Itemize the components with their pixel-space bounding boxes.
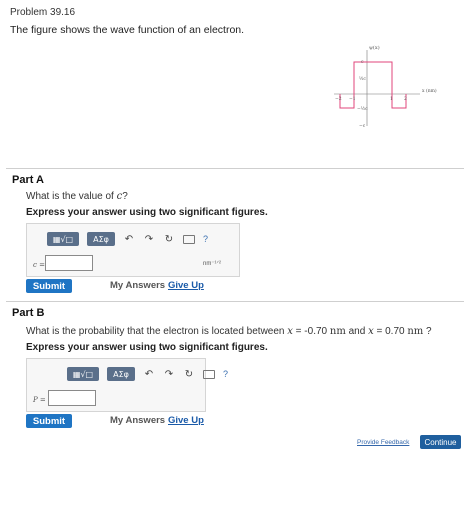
- part-b-variable-label: P =: [33, 396, 46, 404]
- part-b-unit2: nm: [407, 326, 424, 337]
- part-a-my-answers-link[interactable]: My Answers: [110, 280, 165, 291]
- reset-icon[interactable]: ↻: [183, 369, 195, 380]
- x-axis-label: x (nm): [422, 87, 437, 94]
- part-a-question-text: What is the value of: [26, 191, 117, 202]
- wave-function-plot: ψ(x) x (nm) c ½c −½c −c −2 −1 1 2: [334, 44, 437, 129]
- part-b-give-up-link[interactable]: Give Up: [168, 415, 204, 426]
- part-b-question-text: What is the probability that the electro…: [26, 326, 288, 337]
- symbols-button[interactable]: ΑΣφ: [87, 232, 115, 246]
- part-a-toolbar: ▦√□ ΑΣφ ↶ ↷ ↻ ?: [47, 230, 208, 248]
- part-a-give-up-link[interactable]: Give Up: [168, 280, 204, 291]
- help-icon[interactable]: ?: [223, 369, 228, 379]
- y-tick-half-c: ½c: [359, 75, 366, 82]
- part-a-answer-input[interactable]: [45, 255, 93, 271]
- y-tick-neg-half-c: −½c: [357, 105, 368, 112]
- part-b-toolbar: ▦√□ ΑΣφ ↶ ↷ ↻ ?: [67, 365, 228, 383]
- help-icon[interactable]: ?: [203, 234, 208, 244]
- part-b-unit1: nm: [329, 326, 346, 337]
- y-tick-neg-c: −c: [359, 124, 366, 129]
- keyboard-icon[interactable]: [203, 369, 215, 379]
- redo-icon[interactable]: ↷: [163, 369, 175, 380]
- part-b-and: and: [345, 326, 369, 337]
- part-a-unit: nm⁻¹ᐟ²: [203, 261, 222, 267]
- wave-function-curve: [339, 61, 393, 109]
- part-a-instruction: Express your answer using two significan…: [26, 207, 268, 218]
- part-b-question: What is the probability that the electro…: [26, 326, 432, 337]
- keyboard-icon[interactable]: [183, 234, 195, 244]
- part-b-my-answers-link[interactable]: My Answers: [110, 415, 165, 426]
- part-b-value1: = -0.70: [292, 326, 330, 337]
- part-b-instruction: Express your answer using two significan…: [26, 342, 268, 353]
- continue-button[interactable]: Continue: [420, 435, 461, 449]
- part-a-variable-label: c =: [33, 261, 46, 269]
- x-tick-neg-2: −2: [335, 96, 342, 102]
- part-a-answer-panel: ▦√□ ΑΣφ ↶ ↷ ↻ ? c = nm⁻¹ᐟ²: [26, 223, 240, 277]
- wave-function-figure: ψ(x) x (nm) c ½c −½c −c −2 −1 1 2: [330, 38, 440, 133]
- part-b-value2: = 0.70: [373, 326, 408, 337]
- reset-icon[interactable]: ↻: [163, 234, 175, 245]
- divider-part-b: [6, 301, 464, 302]
- part-a-question: What is the value of c?: [26, 191, 128, 202]
- x-tick-1: 1: [390, 96, 393, 102]
- provide-feedback-link[interactable]: Provide Feedback: [357, 439, 409, 446]
- part-b-question-end: ?: [423, 326, 432, 337]
- template-button[interactable]: ▦√□: [47, 232, 79, 246]
- divider-part-a: [6, 168, 464, 169]
- symbols-button[interactable]: ΑΣφ: [107, 367, 135, 381]
- undo-icon[interactable]: ↶: [123, 234, 135, 245]
- part-b-answer-input[interactable]: [48, 390, 96, 406]
- part-a-submit-button[interactable]: Submit: [26, 279, 72, 293]
- x-tick-neg-1: −1: [349, 96, 356, 102]
- part-b-submit-button[interactable]: Submit: [26, 414, 72, 428]
- part-a-title: Part A: [12, 174, 44, 186]
- problem-description: The figure shows the wave function of an…: [10, 24, 245, 36]
- template-button[interactable]: ▦√□: [67, 367, 99, 381]
- part-a-question-end: ?: [122, 191, 128, 202]
- problem-title: Problem 39.16: [10, 7, 76, 18]
- x-tick-2: 2: [404, 96, 407, 102]
- y-axis-label: ψ(x): [369, 44, 380, 51]
- part-b-title: Part B: [12, 307, 45, 319]
- redo-icon[interactable]: ↷: [143, 234, 155, 245]
- part-b-answer-panel: ▦√□ ΑΣφ ↶ ↷ ↻ ? P =: [26, 358, 228, 412]
- undo-icon[interactable]: ↶: [143, 369, 155, 380]
